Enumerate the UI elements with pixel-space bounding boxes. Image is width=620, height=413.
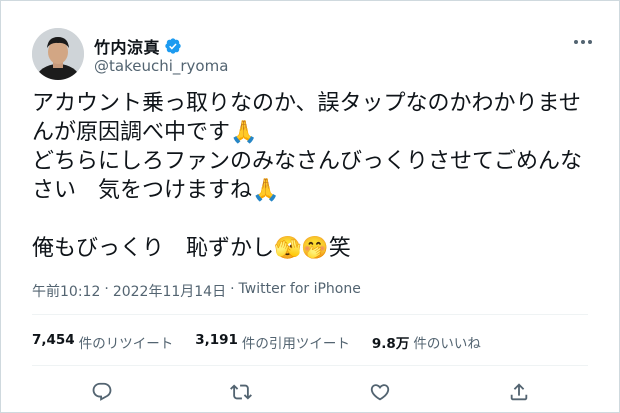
share-icon	[510, 383, 527, 401]
retweets-count: 7,454	[32, 332, 75, 348]
more-dots-icon[interactable]	[571, 32, 595, 52]
verified-badge-icon	[164, 37, 182, 55]
name-row: 竹内涼真	[94, 34, 182, 58]
reply-icon	[92, 382, 111, 401]
tweet-text: アカウント乗っ取りなのか、誤タップなのかわかりませんが原因調べ中です🙏 どちらに…	[32, 91, 583, 261]
tweet-header: 竹内涼真 @takeuchi_ryoma	[32, 28, 599, 84]
likes-stat[interactable]: 9.8万 件のいいね	[372, 332, 481, 352]
reply-button[interactable]	[89, 379, 115, 405]
tweet-actions	[32, 379, 588, 405]
avatar[interactable]	[32, 28, 84, 80]
tweet-meta: 午前10:12 · 2022年11月14日 · Twitter for iPho…	[32, 281, 361, 301]
divider	[32, 365, 588, 366]
tweet-source[interactable]: Twitter for iPhone	[239, 281, 361, 301]
meta-separator: ·	[230, 281, 235, 297]
retweets-stat[interactable]: 7,454 件のリツイート	[32, 332, 173, 352]
quotes-stat[interactable]: 3,191 件の引用ツイート	[195, 332, 350, 352]
tweet-time[interactable]: 午前10:12	[32, 281, 100, 301]
avatar-photo-icon	[32, 28, 84, 80]
retweet-icon	[229, 384, 252, 400]
tweet-date[interactable]: 2022年11月14日	[113, 281, 226, 301]
like-button[interactable]	[367, 379, 393, 405]
likes-count: 9.8万	[371, 336, 410, 352]
display-name[interactable]: 竹内涼真	[94, 34, 160, 58]
user-handle[interactable]: @takeuchi_ryoma	[94, 57, 228, 75]
tweet-stats: 7,454 件のリツイート 3,191 件の引用ツイート 9.8万 件のいいね	[32, 332, 481, 352]
tweet-card: 竹内涼真 @takeuchi_ryoma アカウント乗っ取りなのか、誤タップなの…	[0, 0, 620, 413]
meta-separator: ·	[104, 281, 109, 297]
retweet-button[interactable]	[228, 379, 254, 405]
quotes-count: 3,191	[195, 332, 238, 348]
heart-icon	[370, 384, 389, 401]
quotes-label: 件の引用ツイート	[241, 336, 350, 352]
likes-label: 件のいいね	[413, 336, 481, 352]
divider	[32, 314, 588, 315]
share-button[interactable]	[506, 379, 532, 405]
retweets-label: 件のリツイート	[78, 336, 174, 352]
